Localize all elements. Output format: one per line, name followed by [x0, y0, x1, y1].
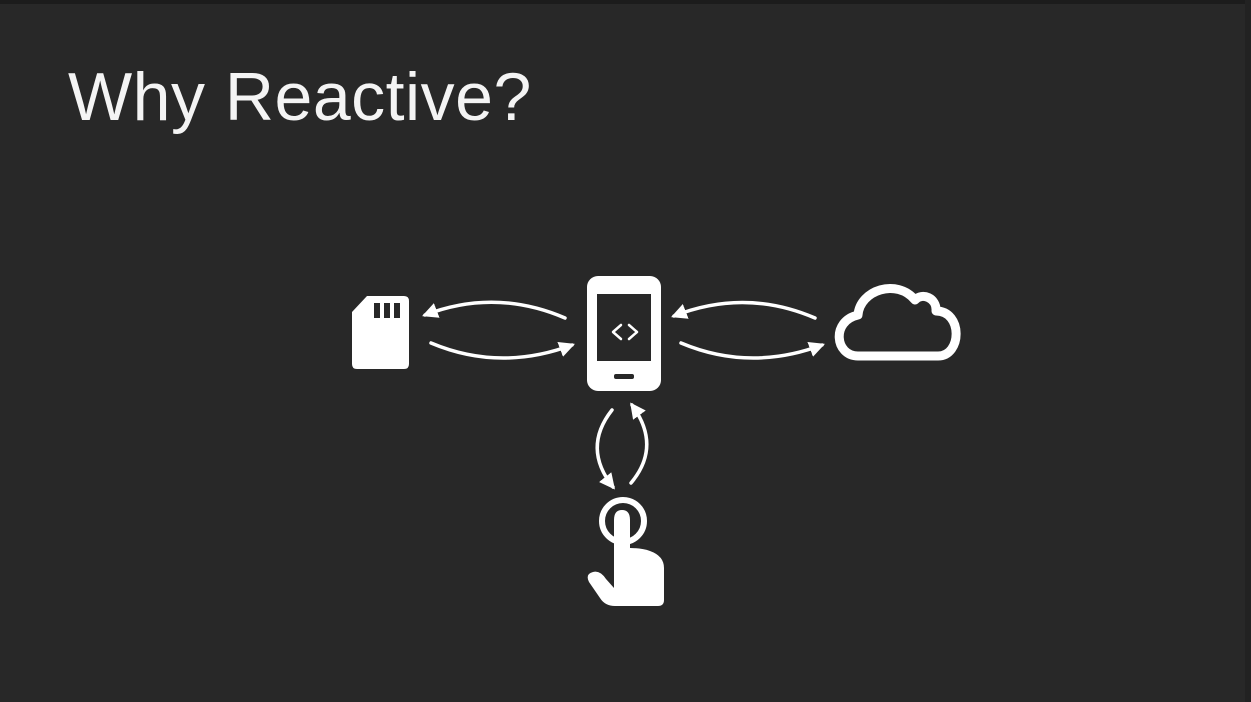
smartphone-code-icon — [587, 276, 661, 391]
data-flow-diagram — [352, 276, 961, 606]
flow-arrow-sd-to-phone — [429, 341, 575, 360]
flow-arrow-cloud-to-phone — [671, 300, 817, 320]
sd-card-icon — [352, 296, 409, 369]
slide: Why Reactive? — [0, 0, 1251, 702]
flow-arrow-phone-to-sd — [422, 300, 567, 320]
touch-hand-icon — [587, 497, 664, 606]
flow-arrow-phone-to-touch — [595, 408, 615, 490]
flow-arrow-touch-to-phone — [629, 402, 649, 485]
cloud-icon — [834, 284, 961, 361]
flow-arrow-phone-to-cloud — [679, 341, 825, 360]
